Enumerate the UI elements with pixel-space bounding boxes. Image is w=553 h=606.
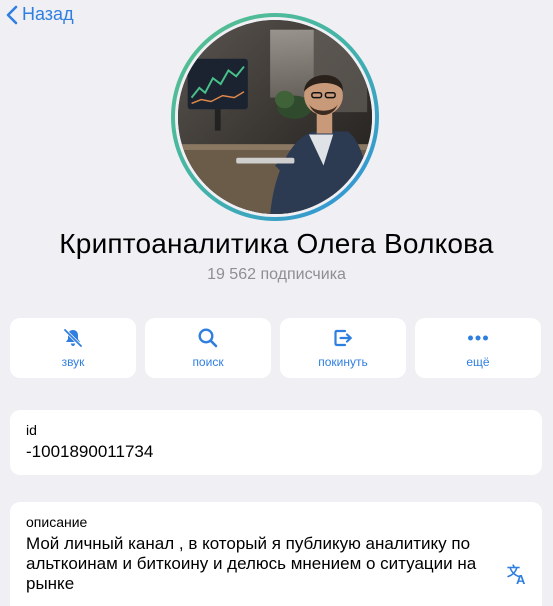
id-value[interactable]: -1001890011734 <box>26 442 526 462</box>
more-button[interactable]: ещё <box>415 318 541 378</box>
leave-icon <box>332 327 354 349</box>
svg-text:A: A <box>516 572 526 586</box>
description-text: Мой личный канал , в который я публикую … <box>26 534 477 593</box>
description-caption: описание <box>26 514 88 530</box>
more-label: ещё <box>466 355 490 369</box>
search-label: поиск <box>192 355 224 369</box>
avatar-photo <box>178 20 372 214</box>
back-button[interactable]: Назад <box>6 4 74 25</box>
translate-icon[interactable]: 文 A <box>506 562 530 591</box>
mute-button[interactable]: звук <box>10 318 136 378</box>
back-label: Назад <box>22 4 74 24</box>
more-icon <box>466 327 490 349</box>
chevron-left-icon <box>6 5 18 25</box>
channel-title: Криптоаналитика Олега Волкова <box>59 228 494 259</box>
id-caption: id <box>26 422 37 438</box>
action-bar: звук поиск покинуть ещё <box>10 318 541 378</box>
subscriber-count: 19 562 подписчика <box>207 266 346 283</box>
search-button[interactable]: поиск <box>145 318 271 378</box>
description-card: описание Мой личный канал , в который я … <box>10 502 542 606</box>
id-card[interactable]: id -1001890011734 <box>10 410 542 475</box>
bell-slash-icon <box>62 327 84 349</box>
leave-label: покинуть <box>318 355 368 369</box>
mute-label: звук <box>61 355 85 369</box>
leave-button[interactable]: покинуть <box>280 318 406 378</box>
search-icon <box>197 327 219 349</box>
avatar[interactable] <box>171 13 379 221</box>
